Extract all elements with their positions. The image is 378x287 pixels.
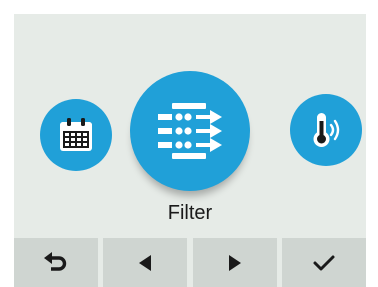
triangle-left-icon — [139, 254, 152, 271]
screen: Filter — [14, 14, 366, 287]
return-arrow-icon — [44, 251, 67, 271]
thermostat-display: Filter — [0, 0, 378, 287]
confirm-button[interactable] — [281, 238, 366, 287]
calendar-icon — [60, 118, 92, 151]
back-button[interactable] — [14, 238, 98, 287]
checkmark-icon — [313, 255, 335, 270]
next-button[interactable] — [192, 238, 277, 287]
softkey-bar — [14, 238, 366, 287]
mode-carousel: Filter — [14, 14, 366, 234]
selected-mode-label: Filter — [167, 202, 213, 224]
calendar-menu-item[interactable] — [40, 99, 112, 171]
filter-icon — [158, 103, 222, 159]
triangle-right-icon — [228, 254, 241, 271]
thermometer-icon — [313, 113, 340, 147]
previous-button[interactable] — [103, 238, 188, 287]
filter-menu-item[interactable] — [130, 71, 250, 191]
temperature-menu-item[interactable] — [290, 94, 362, 166]
